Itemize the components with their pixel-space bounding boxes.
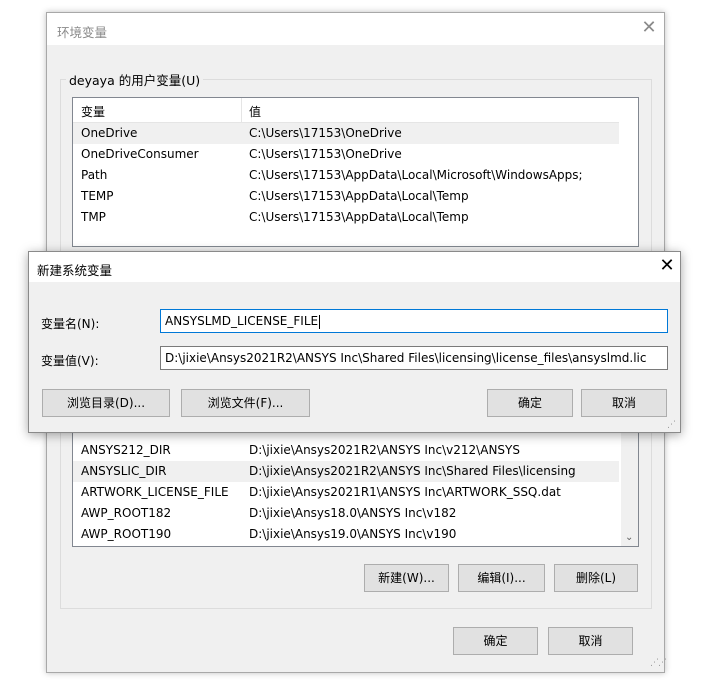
row-value: D:\jixie\Ansys2021R2\ANSYS Inc\v212\ANSY…: [249, 443, 520, 457]
column-header-name[interactable]: 变量: [81, 103, 105, 120]
row-value: D:\jixie\Ansys2021R2\ANSYS Inc\Shared Fi…: [249, 464, 576, 478]
variable-value-input[interactable]: D:\jixie\Ansys2021R2\ANSYS Inc\Shared Fi…: [160, 346, 668, 370]
table-row[interactable]: ANSYS212_DIR D:\jixie\Ansys2021R2\ANSYS …: [73, 440, 619, 461]
row-name: ARTWORK_LICENSE_FILE: [81, 485, 229, 499]
user-variables-label: deyaya 的用户变量(U): [66, 70, 204, 89]
new-system-variable-dialog: 新建系统变量 ✕ 变量名(N): ANSYSLMD_LICENSE_FILE 变…: [28, 251, 681, 433]
table-row[interactable]: TEMP C:\Users\17153\AppData\Local\Temp: [73, 186, 619, 207]
delete-variable-button[interactable]: 删除(L): [554, 564, 638, 592]
row-name: TEMP: [81, 189, 114, 203]
browse-directory-button[interactable]: 浏览目录(D)...: [42, 389, 170, 417]
row-value: C:\Users\17153\OneDrive: [249, 147, 402, 161]
dialog-cancel-button[interactable]: 取消: [581, 389, 667, 417]
table-row[interactable]: Path C:\Users\17153\AppData\Local\Micros…: [73, 165, 619, 186]
dialog-resize-grip-icon[interactable]: ⋰: [667, 420, 676, 430]
column-header-value[interactable]: 值: [249, 103, 261, 120]
new-variable-button[interactable]: 新建(W)...: [364, 564, 449, 592]
table-row[interactable]: OneDriveConsumer C:\Users\17153\OneDrive: [73, 144, 619, 165]
text-caret: [319, 314, 321, 329]
dialog-titlebar: [29, 252, 680, 282]
row-value: D:\jixie\Ansys18.0\ANSYS Inc\v182: [249, 506, 457, 520]
row-value: C:\Users\17153\AppData\Local\Microsoft\W…: [249, 168, 583, 182]
browse-file-button[interactable]: 浏览文件(F)...: [181, 389, 310, 417]
variable-name-input[interactable]: ANSYSLMD_LICENSE_FILE: [160, 309, 668, 333]
main-window-title: 环境变量: [57, 25, 108, 40]
row-name: ANSYSLIC_DIR: [81, 464, 167, 478]
main-ok-button[interactable]: 确定: [453, 627, 538, 655]
variable-value-text: D:\jixie\Ansys2021R2\ANSYS Inc\Shared Fi…: [165, 351, 647, 365]
row-value: C:\Users\17153\OneDrive: [249, 126, 402, 140]
table-row[interactable]: ARTWORK_LICENSE_FILE D:\jixie\Ansys2021R…: [73, 482, 619, 503]
row-name: ANSYS212_DIR: [81, 443, 171, 457]
row-name: Path: [81, 168, 108, 182]
row-name: TMP: [81, 210, 106, 224]
main-cancel-button[interactable]: 取消: [548, 627, 633, 655]
table-row[interactable]: ANSYSLIC_DIR D:\jixie\Ansys2021R2\ANSYS …: [73, 461, 619, 482]
row-value: C:\Users\17153\AppData\Local\Temp: [249, 210, 469, 224]
main-close-icon[interactable]: ✕: [638, 18, 660, 40]
variable-value-label: 变量值(V):: [41, 354, 99, 368]
table-row[interactable]: AWP_ROOT182 D:\jixie\Ansys18.0\ANSYS Inc…: [73, 503, 619, 524]
row-name: AWP_ROOT190: [81, 527, 172, 541]
resize-grip-icon[interactable]: ⋰⋰: [650, 658, 667, 668]
table-row[interactable]: OneDrive C:\Users\17153\OneDrive: [73, 123, 619, 144]
column-separator[interactable]: [241, 98, 242, 122]
row-value: D:\jixie\Ansys2021R1\ANSYS Inc\ARTWORK_S…: [249, 485, 561, 499]
table-row[interactable]: TMP C:\Users\17153\AppData\Local\Temp: [73, 207, 619, 228]
chevron-down-icon[interactable]: ⌄: [625, 532, 633, 543]
variable-name-text: ANSYSLMD_LICENSE_FILE: [165, 314, 319, 328]
dialog-close-icon[interactable]: ✕: [656, 256, 678, 278]
system-variables-list[interactable]: ANSYS212_DIR D:\jixie\Ansys2021R2\ANSYS …: [72, 413, 639, 547]
edit-variable-button[interactable]: 编辑(I)...: [458, 564, 545, 592]
row-name: AWP_ROOT182: [81, 506, 172, 520]
system-list-scrollbar[interactable]: ⌄: [621, 414, 638, 546]
main-titlebar: [47, 13, 664, 45]
table-row[interactable]: AWP_ROOT190 D:\jixie\Ansys19.0\ANSYS Inc…: [73, 524, 619, 545]
row-name: OneDriveConsumer: [81, 147, 199, 161]
row-value: D:\jixie\Ansys19.0\ANSYS Inc\v190: [249, 527, 457, 541]
list-header: 变量 值: [73, 98, 619, 123]
dialog-ok-button[interactable]: 确定: [487, 389, 573, 417]
dialog-title: 新建系统变量: [37, 263, 113, 278]
user-variables-list[interactable]: 变量 值 OneDrive C:\Users\17153\OneDrive On…: [72, 97, 639, 247]
variable-name-label: 变量名(N):: [41, 317, 100, 331]
row-value: C:\Users\17153\AppData\Local\Temp: [249, 189, 469, 203]
row-name: OneDrive: [81, 126, 138, 140]
